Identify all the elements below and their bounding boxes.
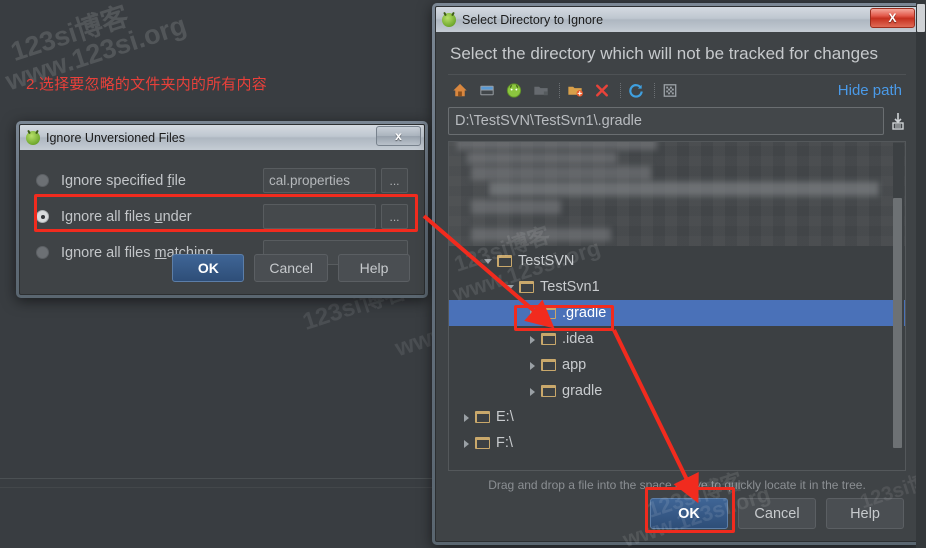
tree-scrollbar-track[interactable] bbox=[893, 143, 904, 469]
folder-icon bbox=[541, 359, 556, 371]
tree-row[interactable]: TestSvn1 bbox=[449, 274, 905, 300]
label-ignore-specified-file: Ignore specified file bbox=[61, 172, 186, 189]
android-studio-icon bbox=[26, 130, 40, 145]
tree-row-label: .idea bbox=[562, 331, 594, 347]
tree-scrollbar-thumb[interactable] bbox=[893, 198, 902, 448]
desktop-icon[interactable] bbox=[477, 81, 498, 100]
toolbar-separator bbox=[620, 82, 621, 98]
tree-row[interactable]: F:\ bbox=[449, 430, 905, 456]
delete-icon[interactable] bbox=[592, 81, 613, 100]
path-row: D:\TestSVN\TestSvn1\.gradle bbox=[448, 107, 906, 135]
ignore-dialog-button-row: OK Cancel Help bbox=[172, 254, 410, 282]
tree-row[interactable]: TestSVN bbox=[449, 248, 905, 274]
android-studio-icon bbox=[442, 12, 456, 27]
select-dialog-inner: Select Directory to Ignore X Select the … bbox=[435, 6, 919, 542]
option-row-specified-file[interactable]: Ignore specified file cal.properties ... bbox=[36, 166, 408, 195]
cancel-button[interactable]: Cancel bbox=[254, 254, 328, 282]
project-icon[interactable] bbox=[504, 81, 525, 100]
show-hidden-icon[interactable] bbox=[660, 81, 681, 100]
folder-icon bbox=[475, 411, 490, 423]
toolbar-separator bbox=[654, 82, 655, 98]
window-scrollbar-track[interactable] bbox=[916, 0, 926, 548]
folder-icon bbox=[541, 385, 556, 397]
tree-hint-text: Drag and drop a file into the space abov… bbox=[488, 478, 866, 492]
tree-row-label: .gradle bbox=[562, 305, 607, 321]
close-icon[interactable]: x bbox=[376, 126, 421, 146]
folder-icon bbox=[541, 307, 556, 319]
radio-ignore-all-files-matching[interactable] bbox=[36, 246, 49, 259]
option-row-all-files-under[interactable]: Ignore all files under ... bbox=[36, 202, 408, 231]
tree-row-list: TestSVN TestSvn1 .gradle .idea app gradle E:\ F… bbox=[449, 248, 905, 456]
tree-row-label: TestSVN bbox=[518, 253, 575, 269]
fields-specified-file: cal.properties ... bbox=[263, 168, 408, 193]
chevron-right-icon[interactable] bbox=[525, 384, 539, 398]
tree-row-label: app bbox=[562, 357, 587, 373]
select-dialog-titlebar[interactable]: Select Directory to Ignore X bbox=[436, 7, 918, 32]
ignore-unversioned-files-dialog: Ignore Unversioned Files x Ignore specif… bbox=[16, 121, 428, 298]
chevron-right-icon[interactable] bbox=[525, 358, 539, 372]
hide-path-link[interactable]: Hide path bbox=[838, 82, 904, 99]
chevron-down-icon[interactable] bbox=[503, 280, 517, 294]
folder-icon bbox=[541, 333, 556, 345]
toolbar-separator bbox=[559, 82, 560, 98]
blurred-tree-region bbox=[449, 142, 905, 246]
path-input[interactable]: D:\TestSVN\TestSvn1\.gradle bbox=[448, 107, 884, 135]
ignore-dialog-title: Ignore Unversioned Files bbox=[46, 130, 185, 145]
help-button[interactable]: Help bbox=[338, 254, 410, 282]
ignore-dialog-inner: Ignore Unversioned Files x Ignore specif… bbox=[19, 124, 425, 295]
new-folder-icon[interactable] bbox=[565, 81, 586, 100]
label-ignore-all-files-under: Ignore all files under bbox=[61, 208, 192, 225]
browse-button-specified-file[interactable]: ... bbox=[381, 168, 408, 193]
tree-row[interactable]: app bbox=[449, 352, 905, 378]
select-dialog-title: Select Directory to Ignore bbox=[462, 12, 604, 27]
step-annotation-text: 2.选择要忽略的文件夹内的所有内容 bbox=[26, 76, 267, 93]
folder-icon bbox=[531, 81, 552, 100]
tree-row[interactable]: .idea bbox=[449, 326, 905, 352]
tree-row[interactable]: E:\ bbox=[449, 404, 905, 430]
select-dialog-body: Select the directory which will not be t… bbox=[436, 32, 918, 541]
folder-icon bbox=[497, 255, 512, 267]
select-dialog-button-row: OK Cancel Help bbox=[650, 498, 904, 529]
folder-icon bbox=[519, 281, 534, 293]
ignore-dialog-body: Ignore specified file cal.properties ...… bbox=[20, 150, 424, 294]
select-dialog-toolbar: Hide path bbox=[448, 75, 906, 105]
chevron-right-icon[interactable] bbox=[525, 332, 539, 346]
drop-target-icon[interactable] bbox=[890, 111, 906, 131]
browse-button-all-files-under[interactable]: ... bbox=[381, 204, 408, 229]
window-scrollbar-thumb[interactable] bbox=[917, 4, 925, 32]
folder-icon bbox=[475, 437, 490, 449]
refresh-icon[interactable] bbox=[626, 81, 647, 100]
tree-row-label: E:\ bbox=[496, 409, 514, 425]
fields-all-files-under: ... bbox=[263, 204, 408, 229]
radio-ignore-all-files-under[interactable] bbox=[36, 210, 49, 223]
directory-tree[interactable]: TestSVN TestSvn1 .gradle .idea app gradle E:\ F… bbox=[448, 141, 906, 471]
select-directory-to-ignore-dialog: Select Directory to Ignore X Select the … bbox=[432, 3, 922, 545]
input-all-files-under[interactable] bbox=[263, 204, 376, 229]
help-button[interactable]: Help bbox=[826, 498, 904, 529]
input-specified-file[interactable]: cal.properties bbox=[263, 168, 376, 193]
close-icon[interactable]: X bbox=[870, 8, 915, 28]
tree-row-label: gradle bbox=[562, 383, 603, 399]
cancel-button[interactable]: Cancel bbox=[738, 498, 816, 529]
tree-row-label: TestSvn1 bbox=[540, 279, 600, 295]
chevron-right-icon[interactable] bbox=[459, 436, 473, 450]
chevron-right-icon[interactable] bbox=[525, 306, 539, 320]
tree-row[interactable]: gradle bbox=[449, 378, 905, 404]
tree-row-label: F:\ bbox=[496, 435, 513, 451]
tree-row[interactable]: .gradle bbox=[449, 300, 905, 326]
home-icon[interactable] bbox=[450, 81, 471, 100]
ok-button[interactable]: OK bbox=[650, 498, 728, 529]
chevron-down-icon[interactable] bbox=[481, 254, 495, 268]
chevron-right-icon[interactable] bbox=[459, 410, 473, 424]
ok-button[interactable]: OK bbox=[172, 254, 245, 282]
select-dialog-heading: Select the directory which will not be t… bbox=[448, 42, 906, 75]
ignore-dialog-titlebar[interactable]: Ignore Unversioned Files x bbox=[20, 125, 424, 150]
radio-ignore-specified-file[interactable] bbox=[36, 174, 49, 187]
